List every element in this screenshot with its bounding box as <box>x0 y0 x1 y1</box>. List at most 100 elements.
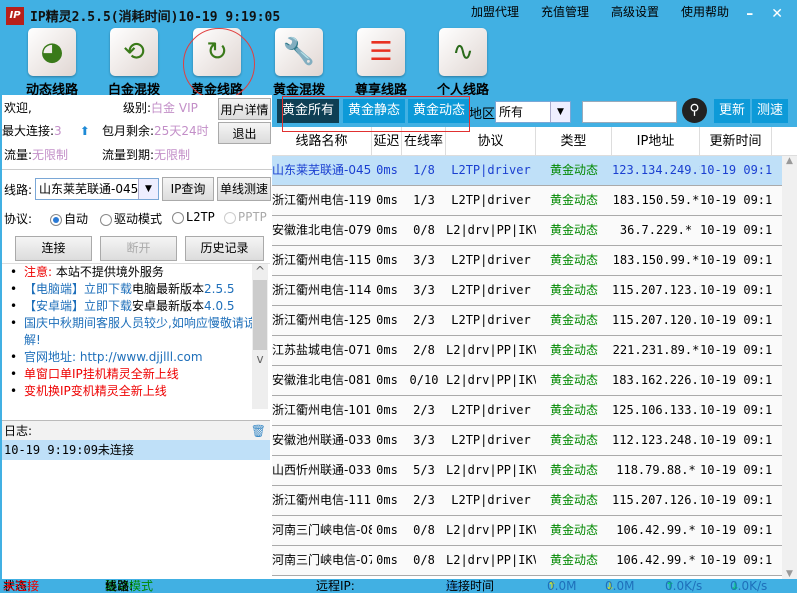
table-cell: 2/8 <box>413 343 435 357</box>
table-row[interactable]: 浙江衢州电信-125 0ms 2/3 L2TP|driver 黄金动态 115.207.1… <box>272 306 782 336</box>
notice-text: 变机换IP变机精灵全新上线 <box>24 384 167 398</box>
column-header[interactable]: 线路名称 <box>272 127 372 155</box>
tab-gold-static[interactable]: 黄金静态 <box>343 99 406 123</box>
connect-time-value: 0s <box>446 580 460 593</box>
status-value: 未连接 <box>3 580 40 593</box>
notice-item[interactable]: 单窗口单IP挂机精灵全新上线 <box>2 366 270 383</box>
minimize-button[interactable]: – <box>746 6 753 22</box>
table-cell: 浙江衢州电信-111 <box>272 493 372 507</box>
table-cell: 浙江衢州电信-115 <box>272 253 372 267</box>
nav-personal-lines[interactable]: ∿ 个人线路 <box>430 28 496 98</box>
connect-button[interactable]: 连接 <box>15 236 92 261</box>
tab-gold-all[interactable]: 黄金所有 <box>277 99 340 123</box>
nav-vip-lines[interactable]: ☰ 尊享线路 <box>348 28 414 98</box>
table-cell: 115.207.120.* <box>612 313 700 327</box>
notice-item[interactable]: 变机换IP变机精灵全新上线 <box>2 383 270 400</box>
table-cell: L2|drv|PP|IKV <box>446 523 536 537</box>
table-row[interactable]: 安徽池州联通-033 0ms 3/3 L2TP|driver 黄金动态 112.123.2… <box>272 426 782 456</box>
table-cell: 115.207.123.* <box>612 283 700 297</box>
window-title: IP精灵2.5.5(消耗时间)10-19 9:19:05 <box>30 10 281 25</box>
table-cell: 10-19 09:19 <box>700 433 772 447</box>
table-row[interactable]: 山东莱芜联通-045 0ms 1/8 L2TP|driver 黄金动态 123.134.2… <box>272 156 782 186</box>
history-button[interactable]: 历史记录 <box>185 236 264 261</box>
radio-auto[interactable]: 自动 <box>50 210 88 227</box>
table-cell: L2TP|driver <box>451 493 531 507</box>
radio-driver[interactable]: 驱动模式 <box>100 210 162 227</box>
radio-label: L2TP <box>186 210 215 224</box>
table-row[interactable]: 河南三门峡电信-073 0ms 0/8 L2|drv|PP|IKV 黄金动态 106.42… <box>272 546 782 576</box>
search-input[interactable] <box>582 101 677 123</box>
close-button[interactable]: ✕ <box>771 6 783 22</box>
table-cell: 黄金动态 <box>549 283 598 297</box>
table-row[interactable]: 浙江衢州电信-111 0ms 2/3 L2TP|driver 黄金动态 115.207.1… <box>272 486 782 516</box>
nav-dynamic-lines[interactable]: ◕ 动态线路 <box>19 28 85 98</box>
table-row[interactable]: 浙江衢州电信-101 0ms 2/3 L2TP|driver 黄金动态 125.106.1… <box>272 396 782 426</box>
table-cell: L2TP|driver <box>451 253 531 267</box>
table-cell: 3/3 <box>413 433 435 447</box>
table-row[interactable]: 河南三门峡电信-084 0ms 0/8 L2|drv|PP|IKV 黄金动态 106.42… <box>272 516 782 546</box>
menu-advanced[interactable]: 高级设置 <box>611 3 659 20</box>
chevron-down-icon: ▼ <box>138 179 158 199</box>
notice-item[interactable]: 官网地址: http://www.djjlll.com <box>2 349 270 366</box>
monthly-label: 包月剩余: <box>102 124 155 138</box>
menu-help[interactable]: 使用帮助 <box>681 3 729 20</box>
log-entry: 10-19 9:19:09未连接 <box>2 440 270 460</box>
column-header[interactable]: IP地址 <box>612 127 700 155</box>
disconnect-button[interactable]: 断开 <box>100 236 177 261</box>
nav-gold-lines[interactable]: ↻ 黄金线路 <box>184 28 250 98</box>
nav-platinum-mix[interactable]: ⟲ 白金混拨 <box>101 28 167 98</box>
table-cell: 2/3 <box>413 403 435 417</box>
line-select[interactable]: 山东莱芜联通-045 ▼ <box>35 178 159 200</box>
table-cell: 安徽池州联通-033 <box>272 433 372 447</box>
vip-user-icon: ☰ <box>357 28 405 76</box>
table-row[interactable]: 山西忻州联通-033 0ms 5/3 L2|drv|PP|IKV 黄金动态 118.79.… <box>272 456 782 486</box>
upgrade-arrow-icon[interactable]: ⬆ <box>80 124 90 138</box>
table-cell: L2TP|driver <box>451 193 531 207</box>
table-row[interactable]: 浙江衢州电信-115 0ms 3/3 L2TP|driver 黄金动态 183.150.9… <box>272 246 782 276</box>
max-conn-value: 3 <box>54 124 62 138</box>
upload-rate: 0.0K/s <box>665 580 703 593</box>
line-select-value: 山东莱芜联通-045 <box>39 182 139 196</box>
column-header[interactable]: 更新时间 <box>700 127 772 155</box>
tab-gold-dynamic[interactable]: 黄金动态 <box>408 99 471 123</box>
table-row[interactable]: 安徽淮北电信-081 0ms 0/10 L2|drv|PP|IKV 黄金动态 183.16… <box>272 366 782 396</box>
column-header[interactable]: 类型 <box>536 127 612 155</box>
table-row[interactable]: 安徽淮北电信-079 0ms 0/8 L2|drv|PP|IKV 黄金动态 36.7.22… <box>272 216 782 246</box>
table-cell: 河南三门峡电信-073 <box>272 553 372 567</box>
trash-icon[interactable]: 🗑 <box>251 421 266 441</box>
single-speedtest-button[interactable]: 单线测速 <box>217 177 271 201</box>
logout-button[interactable]: 退出 <box>218 122 271 144</box>
table-cell: L2TP|driver <box>451 433 531 447</box>
table-cell: 10-19 09:19 <box>700 373 772 387</box>
menu-agent[interactable]: 加盟代理 <box>471 3 519 20</box>
table-row[interactable]: 浙江衢州电信-114 0ms 3/3 L2TP|driver 黄金动态 115.207.1… <box>272 276 782 306</box>
menu-recharge[interactable]: 充值管理 <box>541 3 589 20</box>
table-cell: 0ms <box>376 253 398 267</box>
notice-scrollbar[interactable]: ^ v <box>252 264 268 409</box>
ip-query-button[interactable]: IP查询 <box>162 177 214 201</box>
column-header[interactable]: 延迟 <box>372 127 402 155</box>
table-cell: L2|drv|PP|IKV <box>446 343 536 357</box>
notice-item[interactable]: 【安卓端】立即下载安卓最新版本4.0.5 <box>2 298 270 315</box>
table-cell: 115.207.126.* <box>612 493 700 507</box>
notice-item[interactable]: 注意: 本站不提供境外服务 <box>2 264 270 281</box>
radio-l2tp[interactable]: L2TP <box>172 210 215 224</box>
vertical-scrollbar[interactable]: ▲ ▼ <box>782 156 797 579</box>
table-cell: 112.123.248.* <box>612 433 700 447</box>
refresh-button[interactable]: 更新 <box>714 99 751 123</box>
search-icon[interactable]: ⚲ <box>682 98 707 123</box>
table-cell: 0ms <box>376 193 398 207</box>
column-header[interactable]: 在线率 <box>402 127 446 155</box>
table-row[interactable]: 浙江衢州电信-119 0ms 1/3 L2TP|driver 黄金动态 183.150.5… <box>272 186 782 216</box>
notice-item[interactable]: 【电脑端】立即下载电脑最新版本2.5.5 <box>2 281 270 298</box>
nav-gold-mix[interactable]: 🔧 黄金混拨 <box>266 28 332 98</box>
radio-pptp[interactable]: PPTP <box>224 210 267 224</box>
column-header[interactable]: 协议 <box>446 127 536 155</box>
speedtest-button[interactable]: 测速 <box>752 99 789 123</box>
region-select[interactable]: 所有 ▼ <box>495 101 571 123</box>
table-cell: 0ms <box>376 163 398 177</box>
table-row[interactable]: 江苏盐城电信-071 0ms 2/8 L2|drv|PP|IKV 黄金动态 221.231… <box>272 336 782 366</box>
table-cell: 125.106.133.* <box>612 403 700 417</box>
user-details-button[interactable]: 用户详情 <box>218 98 271 120</box>
notice-item[interactable]: 国庆中秋期间客服人员较少,如响应慢敬请谅解! <box>2 315 270 349</box>
